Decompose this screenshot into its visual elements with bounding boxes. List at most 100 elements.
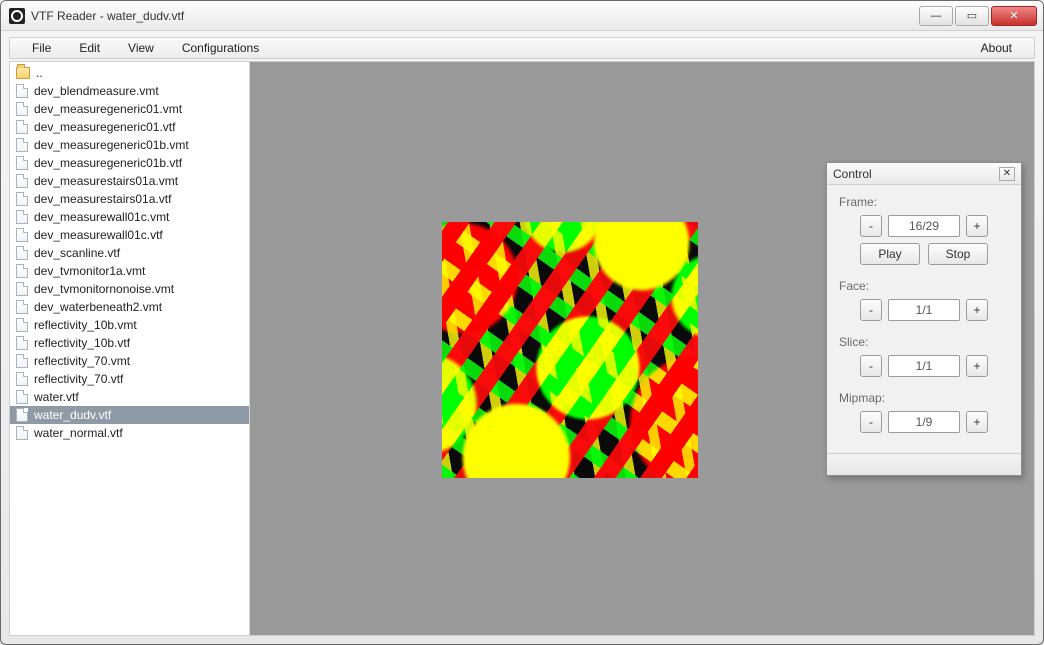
file-icon (16, 426, 28, 440)
file-icon (16, 102, 28, 116)
file-item[interactable]: dev_measuregeneric01.vmt (10, 100, 249, 118)
window-buttons: — ▭ ✕ (919, 6, 1037, 26)
menu-file[interactable]: File (18, 39, 65, 57)
file-item[interactable]: water_normal.vtf (10, 424, 249, 442)
file-icon (16, 390, 28, 404)
file-icon (16, 372, 28, 386)
frame-increment[interactable]: + (966, 215, 988, 237)
file-item[interactable]: dev_scanline.vtf (10, 244, 249, 262)
parent-folder-label: .. (36, 66, 43, 80)
file-item-label: water_dudv.vtf (34, 408, 111, 422)
window-frame: VTF Reader - water_dudv.vtf — ▭ ✕ File E… (0, 0, 1044, 645)
file-item[interactable]: dev_tvmonitornonoise.vmt (10, 280, 249, 298)
control-panel-body: Frame: - 16/29 + Play Stop Face: (827, 185, 1021, 453)
face-value[interactable]: 1/1 (888, 299, 960, 321)
file-item-label: water.vtf (34, 390, 79, 404)
file-icon (16, 282, 28, 296)
file-item-label: water_normal.vtf (34, 426, 123, 440)
file-item-label: dev_scanline.vtf (34, 246, 120, 260)
frame-value[interactable]: 16/29 (888, 215, 960, 237)
title-bar: VTF Reader - water_dudv.vtf — ▭ ✕ (1, 1, 1043, 31)
maximize-button[interactable]: ▭ (955, 6, 989, 26)
file-icon (16, 210, 28, 224)
control-panel[interactable]: Control ✕ Frame: - 16/29 + Play Stop (826, 162, 1022, 476)
file-item-label: dev_measuregeneric01b.vmt (34, 138, 189, 152)
file-item[interactable]: reflectivity_70.vtf (10, 370, 249, 388)
file-item[interactable]: dev_measuregeneric01.vtf (10, 118, 249, 136)
file-item-label: dev_measurewall01c.vmt (34, 210, 169, 224)
file-icon (16, 300, 28, 314)
slice-decrement[interactable]: - (860, 355, 882, 377)
control-panel-title-bar[interactable]: Control ✕ (827, 163, 1021, 185)
file-item[interactable]: dev_measurewall01c.vtf (10, 226, 249, 244)
face-label: Face: (839, 279, 1009, 293)
close-button[interactable]: ✕ (991, 6, 1037, 26)
file-item[interactable]: dev_measuregeneric01b.vmt (10, 136, 249, 154)
texture-preview (442, 222, 698, 478)
file-icon (16, 174, 28, 188)
file-icon (16, 354, 28, 368)
face-increment[interactable]: + (966, 299, 988, 321)
texture-viewport: Control ✕ Frame: - 16/29 + Play Stop (250, 62, 1034, 635)
file-icon (16, 228, 28, 242)
file-item-label: reflectivity_70.vtf (34, 372, 123, 386)
file-icon (16, 120, 28, 134)
slice-label: Slice: (839, 335, 1009, 349)
file-icon (16, 336, 28, 350)
file-icon (16, 156, 28, 170)
file-item[interactable]: reflectivity_70.vmt (10, 352, 249, 370)
frame-decrement[interactable]: - (860, 215, 882, 237)
file-icon (16, 84, 28, 98)
file-icon (16, 138, 28, 152)
file-item[interactable]: dev_measurestairs01a.vmt (10, 172, 249, 190)
play-button[interactable]: Play (860, 243, 920, 265)
mipmap-decrement[interactable]: - (860, 411, 882, 433)
file-item[interactable]: dev_tvmonitor1a.vmt (10, 262, 249, 280)
file-tree[interactable]: .. dev_blendmeasure.vmt dev_measuregeneri… (10, 62, 250, 635)
slice-increment[interactable]: + (966, 355, 988, 377)
mipmap-increment[interactable]: + (966, 411, 988, 433)
file-item[interactable]: reflectivity_10b.vtf (10, 334, 249, 352)
parent-folder[interactable]: .. (10, 64, 249, 82)
menu-edit[interactable]: Edit (65, 39, 114, 57)
mipmap-value[interactable]: 1/9 (888, 411, 960, 433)
control-panel-title: Control (833, 167, 872, 181)
file-item[interactable]: dev_waterbeneath2.vmt (10, 298, 249, 316)
slice-value[interactable]: 1/1 (888, 355, 960, 377)
file-icon (16, 318, 28, 332)
file-item-label: dev_measurestairs01a.vmt (34, 174, 178, 188)
file-item-label: dev_blendmeasure.vmt (34, 84, 159, 98)
frame-label: Frame: (839, 195, 1009, 209)
file-item-label: dev_tvmonitornonoise.vmt (34, 282, 174, 296)
file-item-label: dev_tvmonitor1a.vmt (34, 264, 145, 278)
file-item-label: dev_measuregeneric01.vmt (34, 102, 182, 116)
file-item-label: dev_measuregeneric01.vtf (34, 120, 175, 134)
file-icon (16, 192, 28, 206)
window-title: VTF Reader - water_dudv.vtf (31, 9, 184, 23)
folder-icon (16, 67, 30, 79)
file-item[interactable]: reflectivity_10b.vmt (10, 316, 249, 334)
file-item-label: dev_measuregeneric01b.vtf (34, 156, 182, 170)
file-item[interactable]: dev_measuregeneric01b.vtf (10, 154, 249, 172)
file-item[interactable]: water.vtf (10, 388, 249, 406)
file-item[interactable]: water_dudv.vtf (10, 406, 249, 424)
file-item-label: reflectivity_10b.vtf (34, 336, 130, 350)
menu-about[interactable]: About (967, 39, 1026, 57)
file-item[interactable]: dev_measurewall01c.vmt (10, 208, 249, 226)
stop-button[interactable]: Stop (928, 243, 988, 265)
file-item[interactable]: dev_measurestairs01a.vtf (10, 190, 249, 208)
file-icon (16, 246, 28, 260)
menu-view[interactable]: View (114, 39, 168, 57)
mipmap-label: Mipmap: (839, 391, 1009, 405)
file-item-label: reflectivity_10b.vmt (34, 318, 137, 332)
file-item-label: dev_measurestairs01a.vtf (34, 192, 171, 206)
file-item[interactable]: dev_blendmeasure.vmt (10, 82, 249, 100)
file-item-label: dev_measurewall01c.vtf (34, 228, 163, 242)
app-icon (9, 8, 25, 24)
mipmap-group: Mipmap: - 1/9 + (839, 391, 1009, 433)
menu-config[interactable]: Configurations (168, 39, 273, 57)
minimize-button[interactable]: — (919, 6, 953, 26)
face-decrement[interactable]: - (860, 299, 882, 321)
slice-group: Slice: - 1/1 + (839, 335, 1009, 377)
control-panel-close[interactable]: ✕ (999, 167, 1015, 181)
